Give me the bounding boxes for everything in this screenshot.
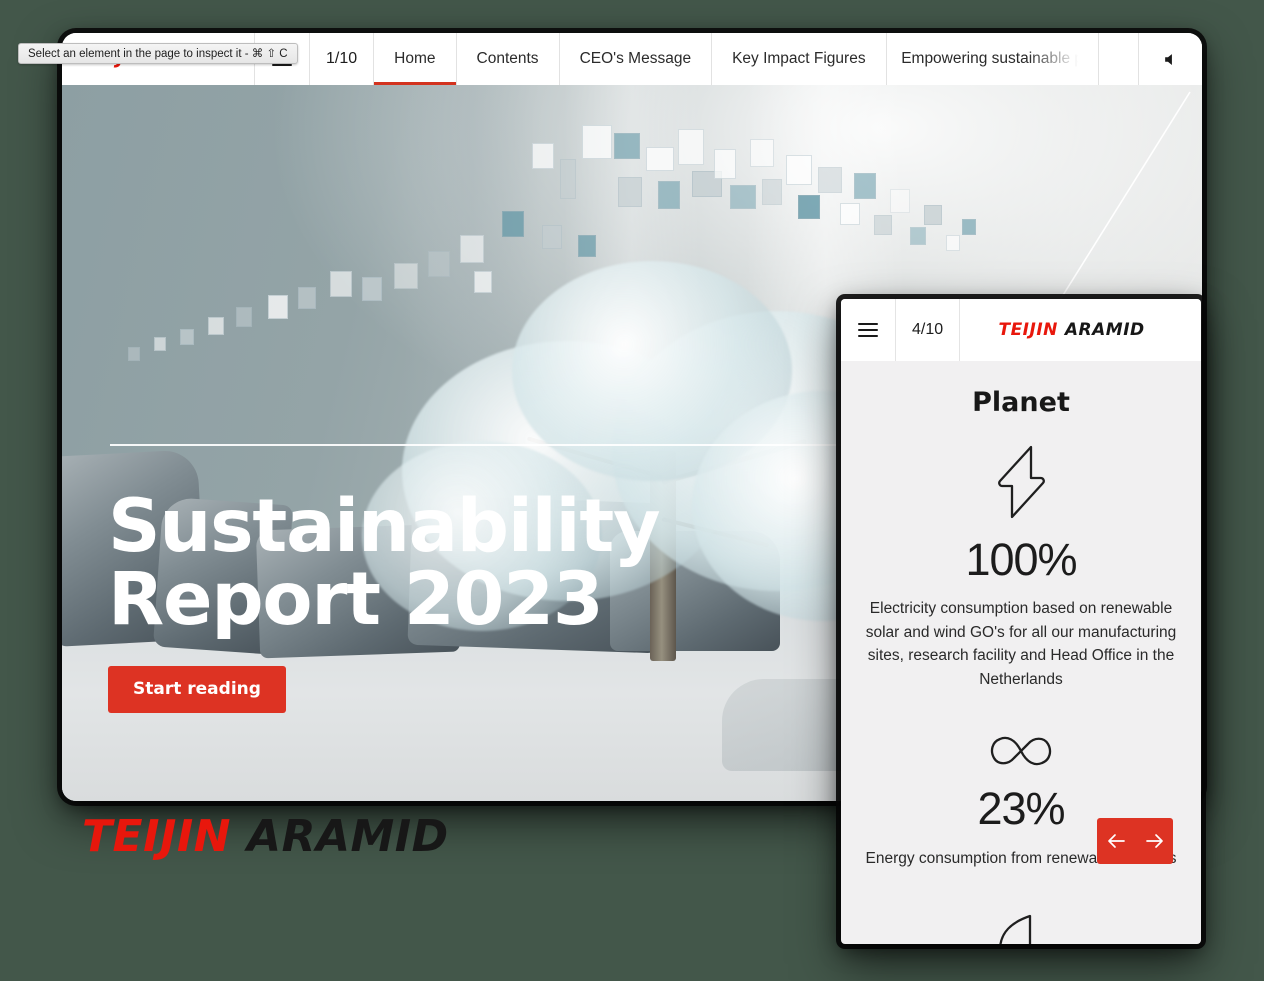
slide-navigation-controls: [1097, 818, 1173, 864]
nav-item-label: Empowering sustainable p: [901, 50, 1083, 68]
devtools-inspect-hint: Select an element in the page to inspect…: [18, 43, 298, 64]
pixel-fragment: [128, 347, 140, 361]
pixel-fragment: [208, 317, 224, 335]
hero-copy-block: Sustainability Report 2023 Start reading: [108, 491, 659, 713]
mobile-navigation-bar: 4/10 TEIJIN ARAMID: [841, 299, 1201, 361]
stat-block: 100% Electricity consumption based on re…: [865, 444, 1177, 691]
pixel-fragment: [582, 125, 612, 159]
pixel-fragment: [614, 133, 640, 159]
stat-icon-wrapper: [865, 731, 1177, 771]
mobile-menu-button[interactable]: [841, 299, 896, 361]
stat-icon-wrapper: [865, 444, 1177, 522]
pixel-fragment: [618, 177, 642, 207]
start-reading-button[interactable]: Start reading: [108, 666, 286, 713]
speaker-icon: [1163, 52, 1178, 67]
stat-value: 100%: [865, 536, 1177, 583]
pixel-fragment: [394, 263, 418, 289]
nav-item-contents[interactable]: Contents: [457, 33, 560, 85]
pixel-fragment: [924, 205, 942, 225]
logo-aramid-text: ARAMID: [247, 811, 449, 862]
pixel-fragment: [180, 329, 194, 345]
infinity-icon: [985, 731, 1057, 771]
pixel-fragment: [268, 295, 288, 319]
nav-item-home[interactable]: Home: [374, 33, 456, 85]
mobile-page-counter: 4/10: [896, 299, 960, 361]
pixel-fragment: [874, 215, 892, 235]
pixel-fragment: [678, 129, 704, 165]
pixel-fragment: [750, 139, 774, 167]
nav-item-label: Key Impact Figures: [732, 50, 866, 68]
pixel-fragment: [890, 189, 910, 213]
logo-teijin-text: TEIJIN: [82, 811, 231, 862]
hamburger-icon: [858, 323, 878, 337]
droplet-icon: [990, 910, 1052, 944]
pixel-fragment: [362, 277, 382, 301]
pixel-fragment: [460, 235, 484, 263]
pixel-fragment: [646, 147, 674, 171]
arrow-left-icon: [1107, 833, 1126, 849]
logo-aramid-text: ARAMID: [1065, 320, 1145, 340]
pixel-fragment: [474, 271, 492, 293]
pixel-fragment: [854, 173, 876, 199]
pixel-fragment: [532, 143, 554, 169]
pixel-fragment: [502, 211, 524, 237]
pixel-fragment: [542, 225, 562, 249]
nav-spacer: [1099, 33, 1139, 85]
nav-item-empowering-sustainable-progress[interactable]: Empowering sustainable p: [887, 33, 1099, 85]
sound-toggle-button[interactable]: [1139, 33, 1202, 85]
page-counter: 1/10: [310, 33, 374, 85]
pixel-fragment: [560, 159, 576, 199]
stat-description: Electricity consumption based on renewab…: [865, 597, 1177, 691]
pixel-fragment: [714, 149, 736, 179]
stat-icon-wrapper-partial: [865, 910, 1177, 944]
pixel-fragment: [798, 195, 820, 219]
logo-teijin-text: TEIJIN: [998, 320, 1057, 340]
mobile-logo[interactable]: TEIJIN ARAMID: [960, 299, 1201, 361]
pixel-fragment: [578, 235, 596, 257]
pixel-fragment: [840, 203, 860, 225]
pixel-fragment: [330, 271, 352, 297]
pixel-fragment: [818, 167, 842, 193]
pixel-fragment: [962, 219, 976, 235]
nav-item-ceos-message[interactable]: CEO's Message: [560, 33, 713, 85]
lightning-bolt-icon: [990, 444, 1052, 522]
pixel-fragment: [428, 251, 450, 277]
nav-item-label: CEO's Message: [580, 50, 692, 68]
pixel-fragment: [910, 227, 926, 245]
section-heading-planet: Planet: [865, 387, 1177, 418]
pixel-fragment: [658, 181, 680, 209]
pixel-fragment: [946, 235, 960, 251]
brand-lockup: TEIJIN ARAMID: [82, 812, 449, 862]
pixel-fragment: [236, 307, 252, 327]
nav-item-key-impact-figures[interactable]: Key Impact Figures: [712, 33, 887, 85]
pixel-fragment: [786, 155, 812, 185]
nav-item-label: Contents: [477, 50, 539, 68]
next-slide-button[interactable]: [1135, 818, 1173, 864]
nav-item-label: Home: [394, 50, 435, 68]
page-title: Sustainability Report 2023: [108, 491, 659, 636]
pixel-fragment: [730, 185, 756, 209]
arrow-right-icon: [1145, 833, 1164, 849]
mobile-preview-window: 4/10 TEIJIN ARAMID Planet 100% Electricit…: [841, 299, 1201, 944]
previous-slide-button[interactable]: [1097, 818, 1135, 864]
pixel-fragment: [298, 287, 316, 309]
pixel-fragment: [154, 337, 166, 351]
pixel-fragment: [762, 179, 782, 205]
